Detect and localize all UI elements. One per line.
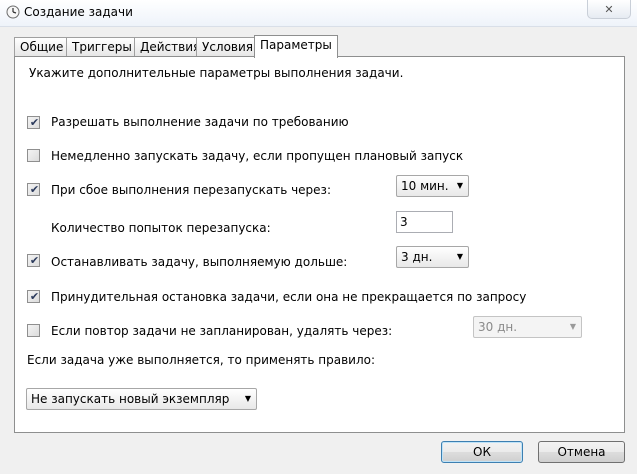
- running-rule-label: Если задача уже выполняется, то применят…: [27, 353, 376, 367]
- intro-text: Укажите дополнительные параметры выполне…: [29, 66, 404, 80]
- delete-if-not-scheduled-label: Если повтор задачи не запланирован, удал…: [51, 324, 393, 338]
- restart-interval-value: 10 мин.: [401, 179, 449, 193]
- tab-settings[interactable]: Параметры: [254, 35, 338, 58]
- tab-general[interactable]: Общие: [14, 37, 70, 57]
- chevron-down-icon: ▼: [456, 252, 463, 261]
- ok-button[interactable]: ОК: [441, 441, 523, 463]
- settings-panel: Укажите дополнительные параметры выполне…: [14, 56, 625, 433]
- running-rule-value: Не запускать новый экземпляр: [31, 392, 230, 406]
- chevron-down-icon: ▼: [569, 322, 576, 331]
- run-missed-checkbox[interactable]: [27, 149, 40, 162]
- allow-on-demand-label: Разрешать выполнение задачи по требовани…: [51, 115, 349, 129]
- title-bar: Создание задачи ✕: [0, 0, 637, 27]
- chevron-down-icon: ▼: [456, 181, 463, 190]
- stop-after-select[interactable]: 3 дн. ▼: [396, 246, 469, 268]
- allow-on-demand-checkbox[interactable]: ✔: [27, 116, 40, 129]
- restart-attempts-label: Количество попыток перезапуска:: [51, 221, 271, 235]
- stop-if-longer-checkbox[interactable]: ✔: [27, 254, 40, 267]
- tab-conditions[interactable]: Условия: [196, 37, 260, 57]
- chevron-down-icon: ▼: [244, 394, 251, 403]
- force-stop-label: Принудительная остановка задачи, если он…: [51, 290, 527, 304]
- restart-interval-select[interactable]: 10 мин. ▼: [396, 175, 469, 197]
- cancel-button[interactable]: Отмена: [538, 441, 625, 463]
- check-icon: ✔: [29, 290, 40, 303]
- stop-if-longer-label: Останавливать задачу, выполняемую дольше…: [51, 255, 348, 269]
- check-icon: ✔: [29, 116, 40, 129]
- delete-after-value: 30 дн.: [478, 320, 518, 334]
- close-icon: ✕: [604, 2, 614, 16]
- delete-after-select[interactable]: 30 дн. ▼: [473, 316, 582, 338]
- force-stop-checkbox[interactable]: ✔: [27, 290, 40, 303]
- stop-after-value: 3 дн.: [401, 250, 433, 264]
- clock-icon: [6, 5, 20, 19]
- restart-on-fail-label: При сбое выполнения перезапускать через:: [51, 183, 331, 197]
- restart-on-fail-checkbox[interactable]: ✔: [27, 183, 40, 196]
- check-icon: ✔: [29, 254, 40, 267]
- run-missed-label: Немедленно запускать задачу, если пропущ…: [51, 149, 464, 163]
- restart-attempts-input[interactable]: 3: [396, 211, 453, 233]
- close-button[interactable]: ✕: [587, 0, 631, 19]
- running-rule-select[interactable]: Не запускать новый экземпляр ▼: [26, 388, 257, 410]
- tab-triggers[interactable]: Триггеры: [66, 37, 138, 57]
- delete-if-not-scheduled-checkbox[interactable]: [27, 324, 40, 337]
- window-title: Создание задачи: [24, 5, 133, 19]
- check-icon: ✔: [29, 183, 40, 196]
